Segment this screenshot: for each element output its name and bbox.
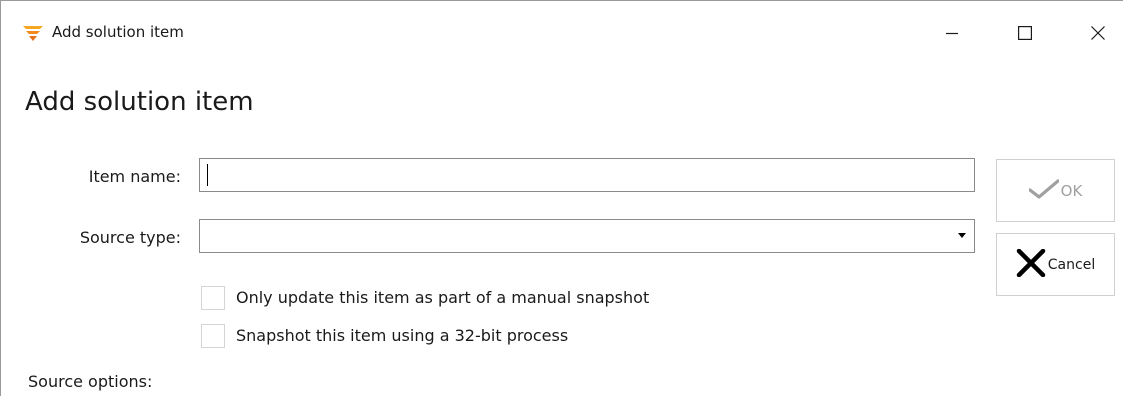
item-name-label: Item name: [88, 167, 181, 186]
checkmark-icon [1028, 178, 1060, 203]
manual-snapshot-checkbox[interactable] [201, 286, 225, 310]
source-type-select[interactable] [199, 219, 975, 253]
32bit-process-checkbox[interactable] [201, 324, 225, 348]
manual-snapshot-label[interactable]: Only update this item as part of a manua… [236, 287, 649, 309]
solarwinds-logo-icon [23, 25, 43, 41]
ok-button-label: OK [1060, 181, 1083, 200]
ok-button[interactable]: OK [996, 159, 1115, 222]
title-bar[interactable]: Add solution item [1, 1, 1123, 63]
32bit-process-label[interactable]: Snapshot this item using a 32-bit proces… [236, 325, 568, 347]
add-solution-item-window: Add solution item Add solution item Item… [0, 0, 1123, 396]
text-caret [207, 164, 208, 186]
window-title: Add solution item [52, 23, 184, 41]
maximize-button[interactable] [1002, 13, 1048, 53]
minimize-icon [946, 27, 958, 39]
minimize-button[interactable] [929, 13, 975, 53]
close-icon [1091, 26, 1105, 40]
item-name-input[interactable] [199, 158, 975, 192]
close-button[interactable] [1075, 13, 1121, 53]
x-icon [1016, 248, 1046, 281]
dropdown-arrow-icon [958, 233, 966, 238]
dialog-heading: Add solution item [25, 87, 254, 117]
source-type-label: Source type: [79, 228, 181, 247]
maximize-icon [1018, 26, 1032, 40]
cancel-button[interactable]: Cancel [996, 233, 1115, 296]
source-options-label: Source options: [28, 372, 153, 391]
cancel-button-label: Cancel [1047, 256, 1096, 273]
